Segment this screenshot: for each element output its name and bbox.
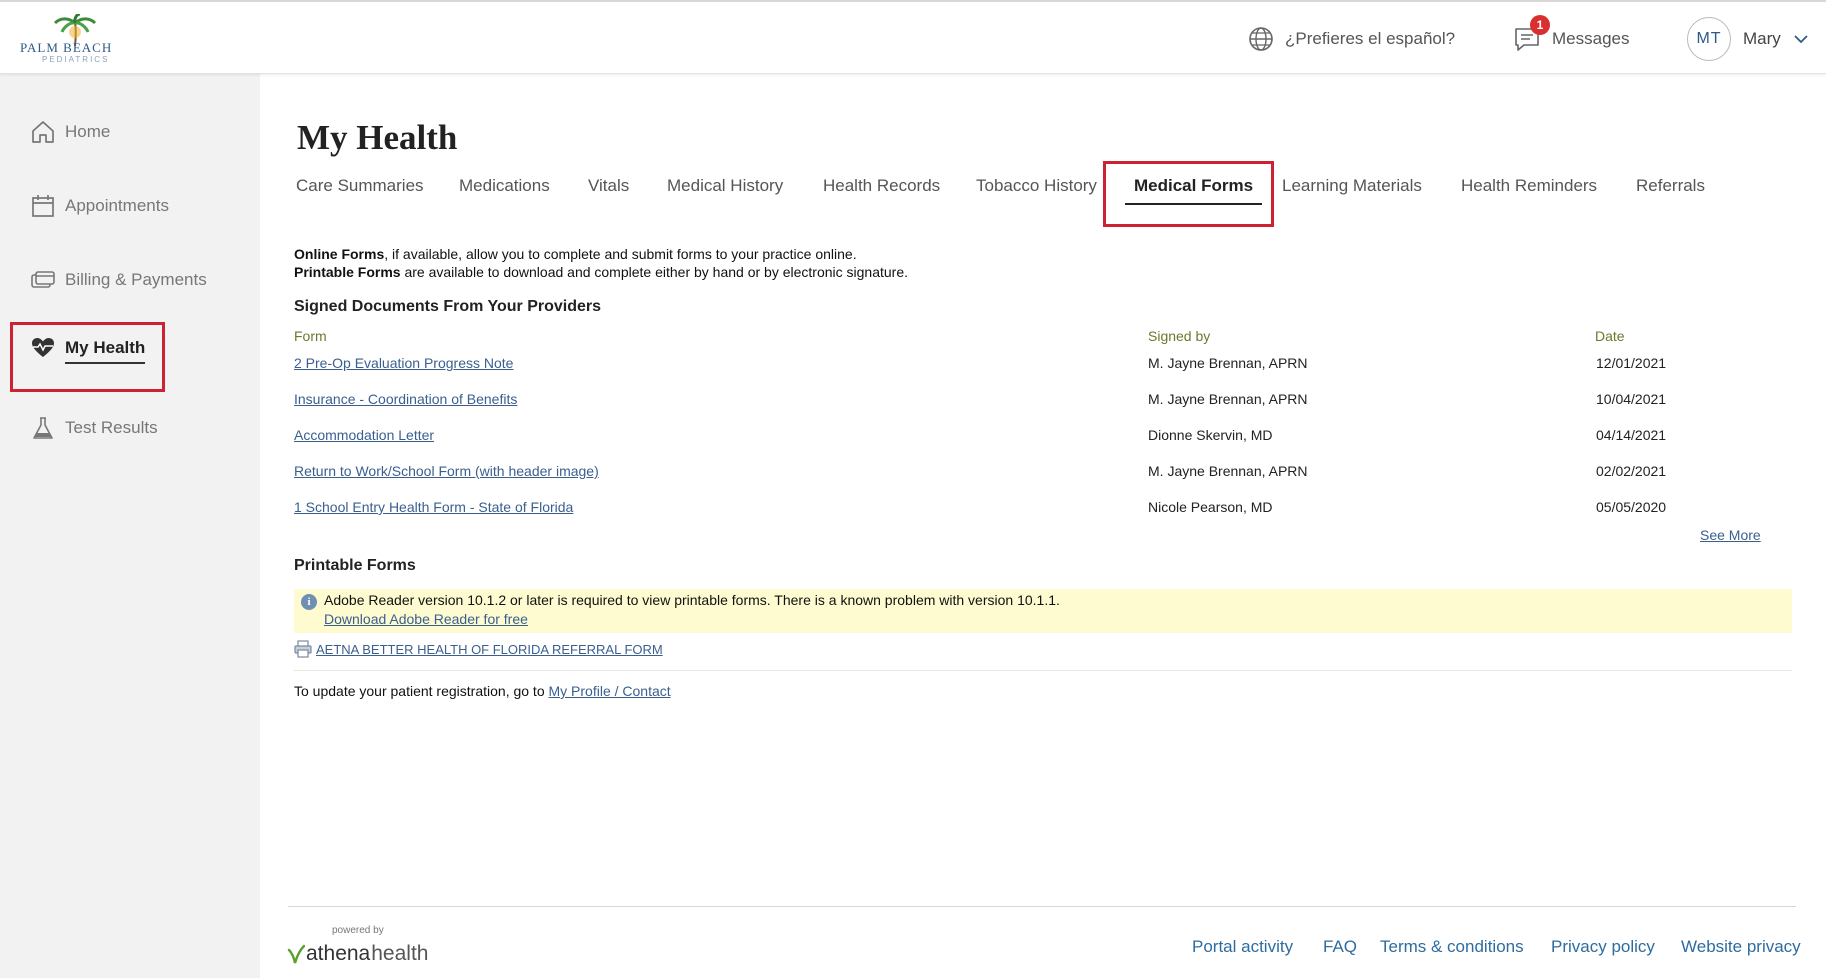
- notice-text: Adobe Reader version 10.1.2 or later is …: [324, 592, 1060, 608]
- printable-form-link[interactable]: AETNA BETTER HEALTH OF FLORIDA REFERRAL …: [316, 642, 663, 657]
- signed-by-cell: Dionne Skervin, MD: [1148, 427, 1273, 443]
- date-cell: 02/02/2021: [1596, 463, 1667, 479]
- calendar-icon: [32, 195, 54, 217]
- language-label: ¿Prefieres el español?: [1285, 29, 1456, 48]
- footer-divider: [288, 906, 1796, 907]
- date-cell: 12/01/2021: [1596, 355, 1667, 371]
- form-link[interactable]: Accommodation Letter: [294, 427, 434, 443]
- footer-link-portal-activity[interactable]: Portal activity: [1192, 937, 1293, 957]
- sidebar-item-billing[interactable]: Billing & Payments: [30, 264, 207, 296]
- brand-athena: athena: [306, 942, 371, 965]
- tab-referrals[interactable]: Referrals: [1636, 176, 1705, 196]
- form-link[interactable]: 1 School Entry Health Form - State of Fl…: [294, 499, 573, 515]
- avatar: MT: [1687, 17, 1731, 61]
- sidebar-item-appointments[interactable]: Appointments: [30, 190, 169, 222]
- printable-form-item[interactable]: AETNA BETTER HEALTH OF FLORIDA REFERRAL …: [294, 640, 663, 658]
- my-profile-contact-link[interactable]: My Profile / Contact: [549, 683, 671, 699]
- signed-by-cell: Nicole Pearson, MD: [1148, 499, 1273, 515]
- tab-learning-materials[interactable]: Learning Materials: [1282, 176, 1422, 196]
- signed-documents-title: Signed Documents From Your Providers: [294, 298, 602, 315]
- date-cell: 04/14/2021: [1596, 427, 1667, 443]
- highlight-box-medical-forms: [1103, 161, 1274, 227]
- spanish-language-link[interactable]: ¿Prefieres el español?: [1247, 24, 1455, 54]
- tab-tobacco-history[interactable]: Tobacco History: [976, 176, 1097, 196]
- tab-care-summaries[interactable]: Care Summaries: [296, 176, 424, 196]
- intro-printable-bold: Printable Forms: [294, 264, 401, 280]
- adobe-reader-notice: i Adobe Reader version 10.1.2 or later i…: [294, 589, 1792, 633]
- sidebar-item-label: Home: [65, 122, 111, 141]
- tab-medications[interactable]: Medications: [459, 176, 550, 196]
- intro-printable-line: Printable Forms are available to downloa…: [294, 263, 908, 281]
- intro-online-bold: Online Forms: [294, 246, 385, 262]
- brand-health: health: [371, 942, 429, 965]
- table-row: Accommodation Letter Dionne Skervin, MD …: [0, 427, 1826, 447]
- date-cell: 05/05/2020: [1596, 499, 1667, 515]
- user-name: Mary: [1743, 29, 1781, 48]
- tab-medical-history[interactable]: Medical History: [667, 176, 783, 196]
- billing-icon: [31, 271, 55, 288]
- sidebar-item-label: Billing & Payments: [65, 270, 207, 289]
- footer-link-terms[interactable]: Terms & conditions: [1380, 937, 1524, 957]
- table-row: 1 School Entry Health Form - State of Fl…: [0, 499, 1826, 519]
- signed-by-cell: M. Jayne Brennan, APRN: [1148, 355, 1308, 371]
- top-header: PALM BEACH PEDIATRICS ¿Prefieres el espa…: [0, 0, 1826, 74]
- footer-link-website-privacy[interactable]: Website privacy: [1681, 937, 1801, 957]
- info-icon: i: [301, 594, 317, 610]
- table-row: Return to Work/School Form (with header …: [0, 463, 1826, 483]
- user-menu[interactable]: MT Mary: [1687, 17, 1809, 61]
- form-link[interactable]: Return to Work/School Form (with header …: [294, 463, 599, 479]
- see-more-link[interactable]: See More: [1700, 527, 1761, 543]
- intro-online-text: , if available, allow you to complete an…: [384, 246, 857, 262]
- form-link[interactable]: 2 Pre-Op Evaluation Progress Note: [294, 355, 513, 371]
- forms-intro: Online Forms, if available, allow you to…: [294, 245, 908, 281]
- sidebar-item-home[interactable]: Home: [30, 116, 110, 148]
- tab-health-records[interactable]: Health Records: [823, 176, 940, 196]
- palm-beach-pediatrics-logo[interactable]: PALM BEACH PEDIATRICS: [20, 14, 132, 66]
- column-header-form: Form: [294, 328, 327, 344]
- chevron-down-icon: [1794, 35, 1808, 44]
- sidebar: Home Appointments Billing & Payments My …: [0, 74, 260, 978]
- printable-forms-title: Printable Forms: [294, 557, 416, 574]
- tab-health-reminders[interactable]: Health Reminders: [1461, 176, 1597, 196]
- unread-messages-badge: 1: [1530, 15, 1550, 35]
- leaf-icon: [287, 944, 305, 964]
- column-header-date: Date: [1595, 328, 1625, 344]
- update-registration-text: To update your patient registration, go …: [294, 683, 671, 699]
- messages-icon-wrap: 1: [1512, 15, 1550, 54]
- footer-link-faq[interactable]: FAQ: [1323, 937, 1357, 957]
- page-title: My Health: [297, 118, 458, 157]
- globe-icon: [1249, 27, 1273, 51]
- intro-printable-text: are available to download and complete e…: [400, 264, 909, 280]
- date-cell: 10/04/2021: [1596, 391, 1667, 407]
- athenahealth-logo: athena health: [287, 942, 428, 966]
- footer-link-privacy-policy[interactable]: Privacy policy: [1551, 937, 1655, 957]
- printer-icon: [294, 640, 312, 658]
- messages-label: Messages: [1552, 29, 1630, 48]
- messages-link[interactable]: 1 Messages: [1512, 15, 1630, 54]
- sidebar-item-label: Appointments: [65, 196, 169, 215]
- logo-line-2: PEDIATRICS: [42, 55, 110, 64]
- update-text: To update your patient registration, go …: [294, 683, 549, 699]
- powered-by-label: powered by: [332, 925, 384, 936]
- signed-by-cell: M. Jayne Brennan, APRN: [1148, 391, 1308, 407]
- table-row: 2 Pre-Op Evaluation Progress Note M. Jay…: [0, 355, 1826, 375]
- tab-vitals[interactable]: Vitals: [588, 176, 629, 196]
- signed-by-cell: M. Jayne Brennan, APRN: [1148, 463, 1308, 479]
- table-row: Insurance - Coordination of Benefits M. …: [0, 391, 1826, 411]
- form-link[interactable]: Insurance - Coordination of Benefits: [294, 391, 517, 407]
- home-icon: [32, 121, 54, 143]
- divider: [294, 670, 1792, 671]
- logo-line-1: PALM BEACH: [20, 40, 113, 55]
- intro-online-line: Online Forms, if available, allow you to…: [294, 245, 908, 263]
- column-header-signed-by: Signed by: [1148, 328, 1211, 344]
- download-adobe-reader-link[interactable]: Download Adobe Reader for free: [324, 611, 528, 627]
